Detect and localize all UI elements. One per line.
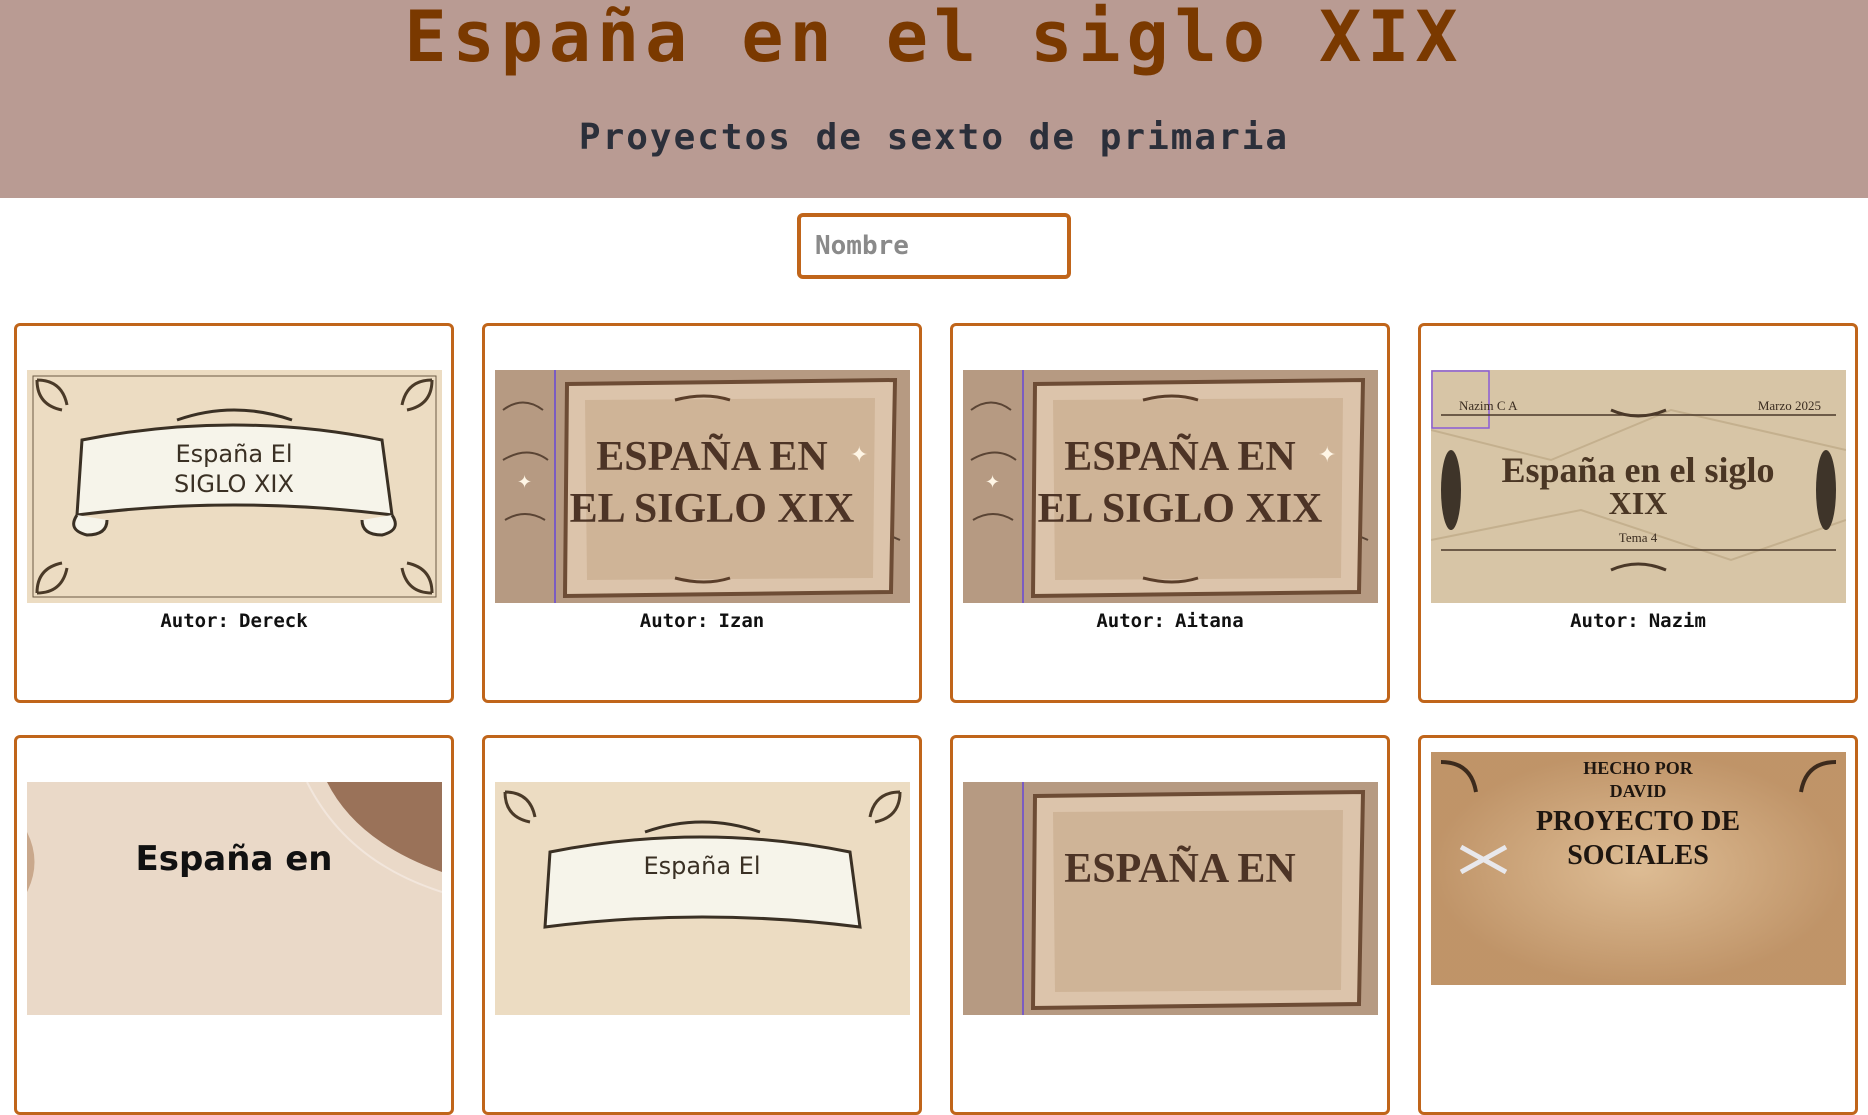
thumbnail-line1: ESPAÑA EN	[1064, 845, 1295, 892]
thumbnail-line1: España en	[136, 839, 333, 879]
project-card[interactable]: HECHO POR DAVID PROYECTO DE SOCIALES	[1418, 735, 1858, 1115]
author-label: Autor:	[1096, 610, 1165, 632]
thumbnail-modern-image: España en	[27, 782, 442, 1015]
thumbnail-parchment-image: ESPAÑA EN	[963, 782, 1378, 1015]
project-thumbnail[interactable]: ESPAÑA EN	[963, 782, 1378, 1015]
project-author: Autor: Nazim	[1421, 610, 1855, 632]
thumbnail-line2: EL SIGLO XIX	[570, 486, 855, 532]
thumbnail-line2: DAVID	[1610, 781, 1667, 801]
svg-text:✦: ✦	[850, 443, 868, 468]
thumbnail-line3: PROYECTO DE	[1536, 806, 1740, 837]
project-thumbnail[interactable]: España El SIGLO XIX	[27, 370, 442, 603]
author-name: Aitana	[1175, 610, 1244, 632]
page-title: España en el siglo XIX	[404, 0, 1464, 78]
thumbnail-author-tag: Nazim C A	[1459, 398, 1518, 413]
thumbnail-line1: España El	[644, 852, 761, 880]
project-thumbnail[interactable]: España El	[495, 782, 910, 1015]
project-card[interactable]: España El SIGLO XIX Autor: Dereck	[14, 323, 454, 703]
project-card[interactable]: ESPAÑA EN EL SIGLO XIX ✦ ✦ Autor: Aitana	[950, 323, 1390, 703]
thumbnail-scroll-image: España El	[495, 782, 910, 1015]
project-thumbnail[interactable]: Nazim C A Marzo 2025 España en el siglo …	[1431, 370, 1846, 603]
author-name: Dereck	[239, 610, 308, 632]
page-subtitle: Proyectos de sexto de primaria	[578, 117, 1290, 158]
author-name: Izan	[718, 610, 765, 632]
thumbnail-line4: SOCIALES	[1567, 840, 1709, 871]
thumbnail-line1: ESPAÑA EN	[596, 433, 827, 480]
project-card[interactable]: España El	[482, 735, 922, 1115]
author-name: Nazim	[1648, 610, 1706, 632]
project-card[interactable]: ESPAÑA EN EL SIGLO XIX ✦ ✦ Autor: Izan	[482, 323, 922, 703]
thumbnail-line1: España en el siglo	[1501, 450, 1774, 490]
thumbnail-line1: ESPAÑA EN	[1064, 433, 1295, 480]
thumbnail-scroll-image: España El SIGLO XIX	[27, 370, 442, 603]
svg-text:✦: ✦	[985, 472, 1000, 493]
project-author: Autor: Dereck	[17, 610, 451, 632]
author-label: Autor:	[1570, 610, 1639, 632]
project-card[interactable]: ESPAÑA EN	[950, 735, 1390, 1115]
project-thumbnail[interactable]: ESPAÑA EN EL SIGLO XIX ✦ ✦	[495, 370, 910, 603]
thumbnail-line3: Tema 4	[1619, 530, 1658, 545]
thumbnail-line2: XIX	[1609, 485, 1668, 521]
thumbnail-line2: EL SIGLO XIX	[1038, 486, 1323, 532]
project-card[interactable]: Nazim C A Marzo 2025 España en el siglo …	[1418, 323, 1858, 703]
thumbnail-crumpled-image: Nazim C A Marzo 2025 España en el siglo …	[1431, 370, 1846, 603]
thumbnail-line1: HECHO POR	[1583, 758, 1694, 778]
project-thumbnail[interactable]: ESPAÑA EN EL SIGLO XIX ✦ ✦	[963, 370, 1378, 603]
svg-text:✦: ✦	[1318, 443, 1336, 468]
project-author: Autor: Aitana	[953, 610, 1387, 632]
thumbnail-line1: España El	[176, 440, 293, 468]
page-header: España en el siglo XIX Proyectos de sext…	[0, 0, 1868, 198]
name-search-input[interactable]	[797, 213, 1071, 279]
svg-text:✦: ✦	[517, 472, 532, 493]
thumbnail-parchment-image: ESPAÑA EN EL SIGLO XIX ✦ ✦	[963, 370, 1378, 603]
project-card[interactable]: España en	[14, 735, 454, 1115]
project-thumbnail[interactable]: España en	[27, 782, 442, 1015]
author-label: Autor:	[639, 610, 709, 632]
thumbnail-line2: SIGLO XIX	[174, 470, 294, 498]
thumbnail-ornate-image: HECHO POR DAVID PROYECTO DE SOCIALES	[1431, 752, 1846, 985]
thumbnail-date: Marzo 2025	[1758, 398, 1821, 413]
project-author: Autor: Izan	[485, 610, 919, 632]
author-label: Autor:	[160, 610, 229, 632]
thumbnail-parchment-image: ESPAÑA EN EL SIGLO XIX ✦ ✦	[495, 370, 910, 603]
project-thumbnail[interactable]: HECHO POR DAVID PROYECTO DE SOCIALES	[1431, 752, 1846, 985]
